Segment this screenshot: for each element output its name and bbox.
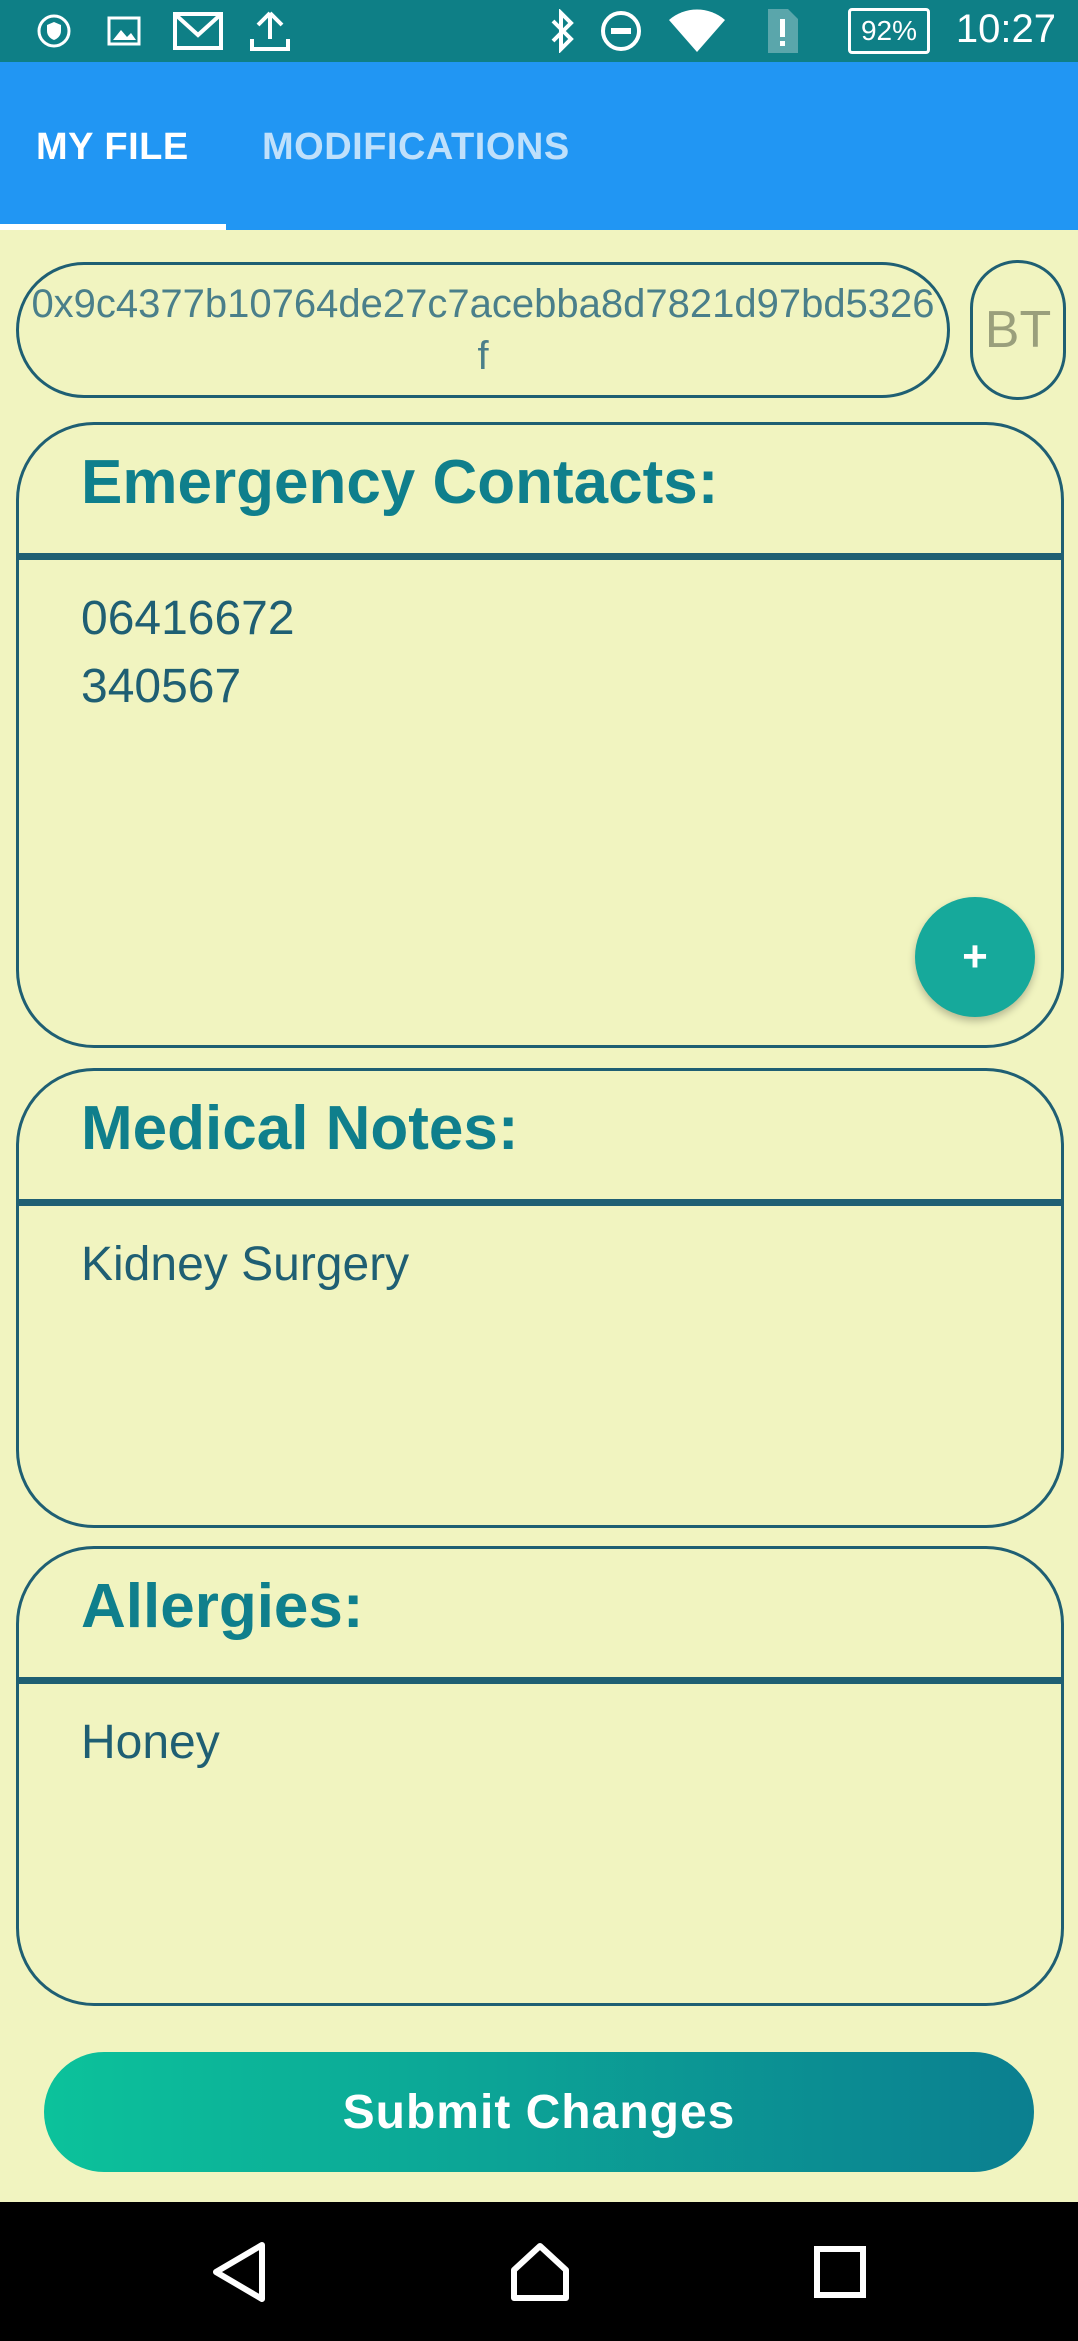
tab-bar: MY FILE MODIFICATIONS <box>0 62 1078 230</box>
bluetooth-icon <box>544 6 580 56</box>
allergies-card: Allergies: Honey <box>16 1546 1064 2006</box>
wifi-icon <box>666 6 728 56</box>
allergies-title: Allergies: <box>81 1572 364 1641</box>
navigation-bar <box>0 2202 1078 2341</box>
medical-notes-card: Medical Notes: Kidney Surgery <box>16 1068 1064 1528</box>
allergies-field[interactable]: Honey <box>81 1709 220 1777</box>
gmail-icon <box>172 6 224 56</box>
add-contact-button[interactable]: + <box>915 897 1035 1017</box>
home-icon[interactable] <box>480 2202 600 2341</box>
image-icon <box>104 6 144 56</box>
tab-my-file[interactable]: MY FILE <box>36 62 189 230</box>
status-time: 10:27 <box>955 7 1056 51</box>
recents-icon[interactable] <box>780 2202 900 2341</box>
emergency-contacts-title: Emergency Contacts: <box>81 448 719 517</box>
bt-button[interactable]: BT <box>970 260 1066 400</box>
back-icon[interactable] <box>180 2202 300 2341</box>
status-bar: 92% 10:27 <box>0 0 1078 62</box>
upload-icon <box>246 6 294 56</box>
active-tab-indicator <box>0 224 226 230</box>
contact-item[interactable]: 340567 <box>81 653 295 721</box>
medical-notes-field[interactable]: Kidney Surgery <box>81 1231 409 1299</box>
battery-icon: 92% <box>848 8 930 54</box>
dnd-icon <box>598 6 644 56</box>
sim-alert-icon <box>760 6 802 56</box>
contact-item[interactable]: 06416672 <box>81 585 295 653</box>
wallet-address-field[interactable]: 0x9c4377b10764de27c7acebba8d7821d97bd532… <box>16 262 950 398</box>
emergency-contacts-card: Emergency Contacts: 06416672 340567 + <box>16 422 1064 1048</box>
medical-notes-title: Medical Notes: <box>81 1094 519 1163</box>
card-divider <box>19 553 1061 560</box>
emergency-contacts-list[interactable]: 06416672 340567 <box>81 585 295 721</box>
submit-changes-button[interactable]: Submit Changes <box>44 2052 1034 2172</box>
tab-modifications[interactable]: MODIFICATIONS <box>262 62 570 230</box>
card-divider <box>19 1199 1061 1206</box>
vpn-icon <box>34 6 74 56</box>
card-divider <box>19 1677 1061 1684</box>
